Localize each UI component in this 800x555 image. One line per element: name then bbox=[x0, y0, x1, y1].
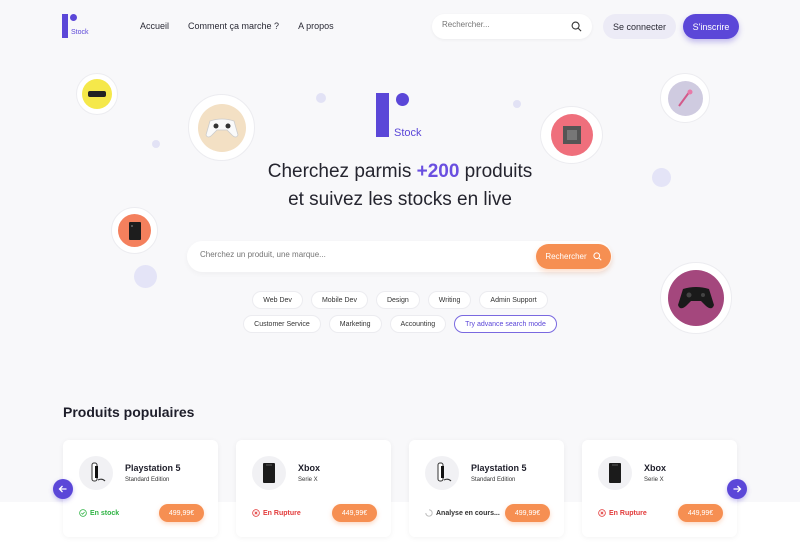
search-icon[interactable] bbox=[571, 21, 582, 32]
top-navbar: Stock Accueil Comment ça marche ? A prop… bbox=[0, 0, 800, 58]
stock-status: Analyse en cours... bbox=[425, 509, 500, 517]
product-thumbnail bbox=[252, 456, 286, 490]
login-button[interactable]: Se connecter bbox=[603, 14, 676, 39]
product-subtitle: Serie X bbox=[298, 477, 318, 483]
price-badge[interactable]: 449,99€ bbox=[332, 504, 377, 522]
nav-link-comment[interactable]: Comment ça marche ? bbox=[188, 21, 279, 31]
product-card[interactable]: Playstation 5 Standard Edition Analyse e… bbox=[409, 440, 564, 537]
loading-spinner-icon bbox=[425, 509, 433, 517]
hero-title-part1: Cherchez parmis bbox=[267, 161, 417, 182]
price-badge[interactable]: 449,99€ bbox=[678, 504, 723, 522]
nav-search-input[interactable] bbox=[442, 20, 562, 29]
carousel-next-button[interactable] bbox=[727, 479, 747, 499]
product-name: Xbox bbox=[644, 463, 667, 473]
product-bubble-ps5-controller bbox=[188, 94, 255, 161]
product-bubble-console bbox=[111, 207, 158, 254]
brand-logo[interactable]: Stock bbox=[62, 14, 90, 40]
hero-title-line2: et suivez les stocks en live bbox=[288, 189, 512, 210]
search-button-label: Rechercher bbox=[545, 252, 587, 261]
xbox-console-icon bbox=[609, 463, 621, 483]
hero-title-part2: produits bbox=[459, 161, 533, 182]
vr-headset-icon bbox=[88, 91, 106, 97]
product-thumbnail bbox=[598, 456, 632, 490]
tag-accounting[interactable]: Accounting bbox=[389, 315, 447, 333]
tag-admin-support[interactable]: Admin Support bbox=[479, 291, 548, 309]
decor-dot bbox=[652, 168, 671, 187]
pen-icon bbox=[678, 89, 693, 107]
tag-web-dev[interactable]: Web Dev bbox=[252, 291, 303, 309]
stock-status-label: En stock bbox=[90, 509, 120, 517]
arrow-left-icon bbox=[58, 485, 67, 493]
x-circle-icon bbox=[598, 509, 606, 517]
x-circle-icon bbox=[252, 509, 260, 517]
main-search-box: Rechercher bbox=[187, 241, 612, 272]
decor-dot bbox=[316, 93, 326, 103]
category-tags-row-2: Customer Service Marketing Accounting Tr… bbox=[0, 315, 800, 333]
tag-customer-service[interactable]: Customer Service bbox=[243, 315, 321, 333]
nav-link-a-propos[interactable]: A propos bbox=[298, 21, 334, 31]
product-card[interactable]: Xbox Serie X En Rupture 449,99€ bbox=[236, 440, 391, 537]
check-circle-icon bbox=[79, 509, 87, 517]
xbox-console-icon bbox=[263, 463, 275, 483]
product-card[interactable]: Playstation 5 Standard Edition En stock … bbox=[63, 440, 218, 537]
decor-dot bbox=[152, 140, 160, 148]
product-name: Playstation 5 bbox=[471, 463, 527, 473]
product-subtitle: Standard Edition bbox=[125, 477, 170, 483]
tag-mobile-dev[interactable]: Mobile Dev bbox=[310, 291, 368, 309]
hero-logo: Stock bbox=[376, 93, 436, 141]
category-tags-row-1: Web Dev Mobile Dev Design Writing Admin … bbox=[0, 291, 800, 309]
nav-search-box bbox=[432, 14, 592, 39]
stock-status: En stock bbox=[79, 509, 119, 517]
stock-status-label: Analyse en cours... bbox=[436, 509, 500, 517]
product-card[interactable]: Xbox Serie X En Rupture 449,99€ bbox=[582, 440, 737, 537]
hero-title: Cherchez parmis +200 produits et suivez … bbox=[200, 158, 600, 214]
product-bubble-pen bbox=[660, 73, 710, 123]
nav-links: Accueil Comment ça marche ? A propos bbox=[140, 21, 334, 31]
cpu-icon bbox=[562, 126, 581, 144]
ps5-console-icon bbox=[437, 462, 452, 482]
signup-button[interactable]: S'inscrire bbox=[683, 14, 739, 39]
product-subtitle: Standard Edition bbox=[471, 477, 516, 483]
search-button[interactable]: Rechercher bbox=[536, 244, 611, 269]
decor-dot bbox=[134, 265, 157, 288]
product-bubble-cpu bbox=[540, 106, 603, 164]
tag-design[interactable]: Design bbox=[375, 291, 420, 309]
decor-dot bbox=[513, 100, 521, 108]
search-icon bbox=[593, 252, 602, 261]
arrow-right-icon bbox=[733, 485, 742, 493]
product-thumbnail bbox=[79, 456, 113, 490]
gamepad-icon bbox=[205, 118, 238, 137]
product-bubble-vr-headset bbox=[76, 73, 118, 115]
product-subtitle: Serie X bbox=[644, 477, 664, 483]
product-name: Playstation 5 bbox=[125, 463, 181, 473]
tag-writing[interactable]: Writing bbox=[427, 291, 472, 309]
stock-status: En Rupture bbox=[252, 509, 301, 517]
price-badge[interactable]: 499,99€ bbox=[505, 504, 550, 522]
main-search-input[interactable] bbox=[200, 250, 500, 259]
stock-status-label: En Rupture bbox=[609, 509, 647, 517]
carousel-prev-button[interactable] bbox=[53, 479, 73, 499]
price-badge[interactable]: 499,99€ bbox=[159, 504, 204, 522]
hero-logo-text: Stock bbox=[394, 127, 422, 139]
nav-link-accueil[interactable]: Accueil bbox=[140, 21, 169, 31]
console-icon bbox=[128, 221, 141, 240]
stock-status-label: En Rupture bbox=[263, 509, 301, 517]
stock-status: En Rupture bbox=[598, 509, 647, 517]
popular-products-title: Produits populaires bbox=[63, 404, 195, 420]
advanced-search-button[interactable]: Try advance search mode bbox=[454, 315, 557, 333]
tag-marketing[interactable]: Marketing bbox=[328, 315, 382, 333]
brand-logo-text: Stock bbox=[71, 29, 89, 36]
ps5-console-icon bbox=[91, 462, 106, 482]
product-thumbnail bbox=[425, 456, 459, 490]
product-carousel: Playstation 5 Standard Edition En stock … bbox=[63, 440, 737, 537]
hero-title-accent: +200 bbox=[416, 161, 460, 182]
product-name: Xbox bbox=[298, 463, 321, 473]
